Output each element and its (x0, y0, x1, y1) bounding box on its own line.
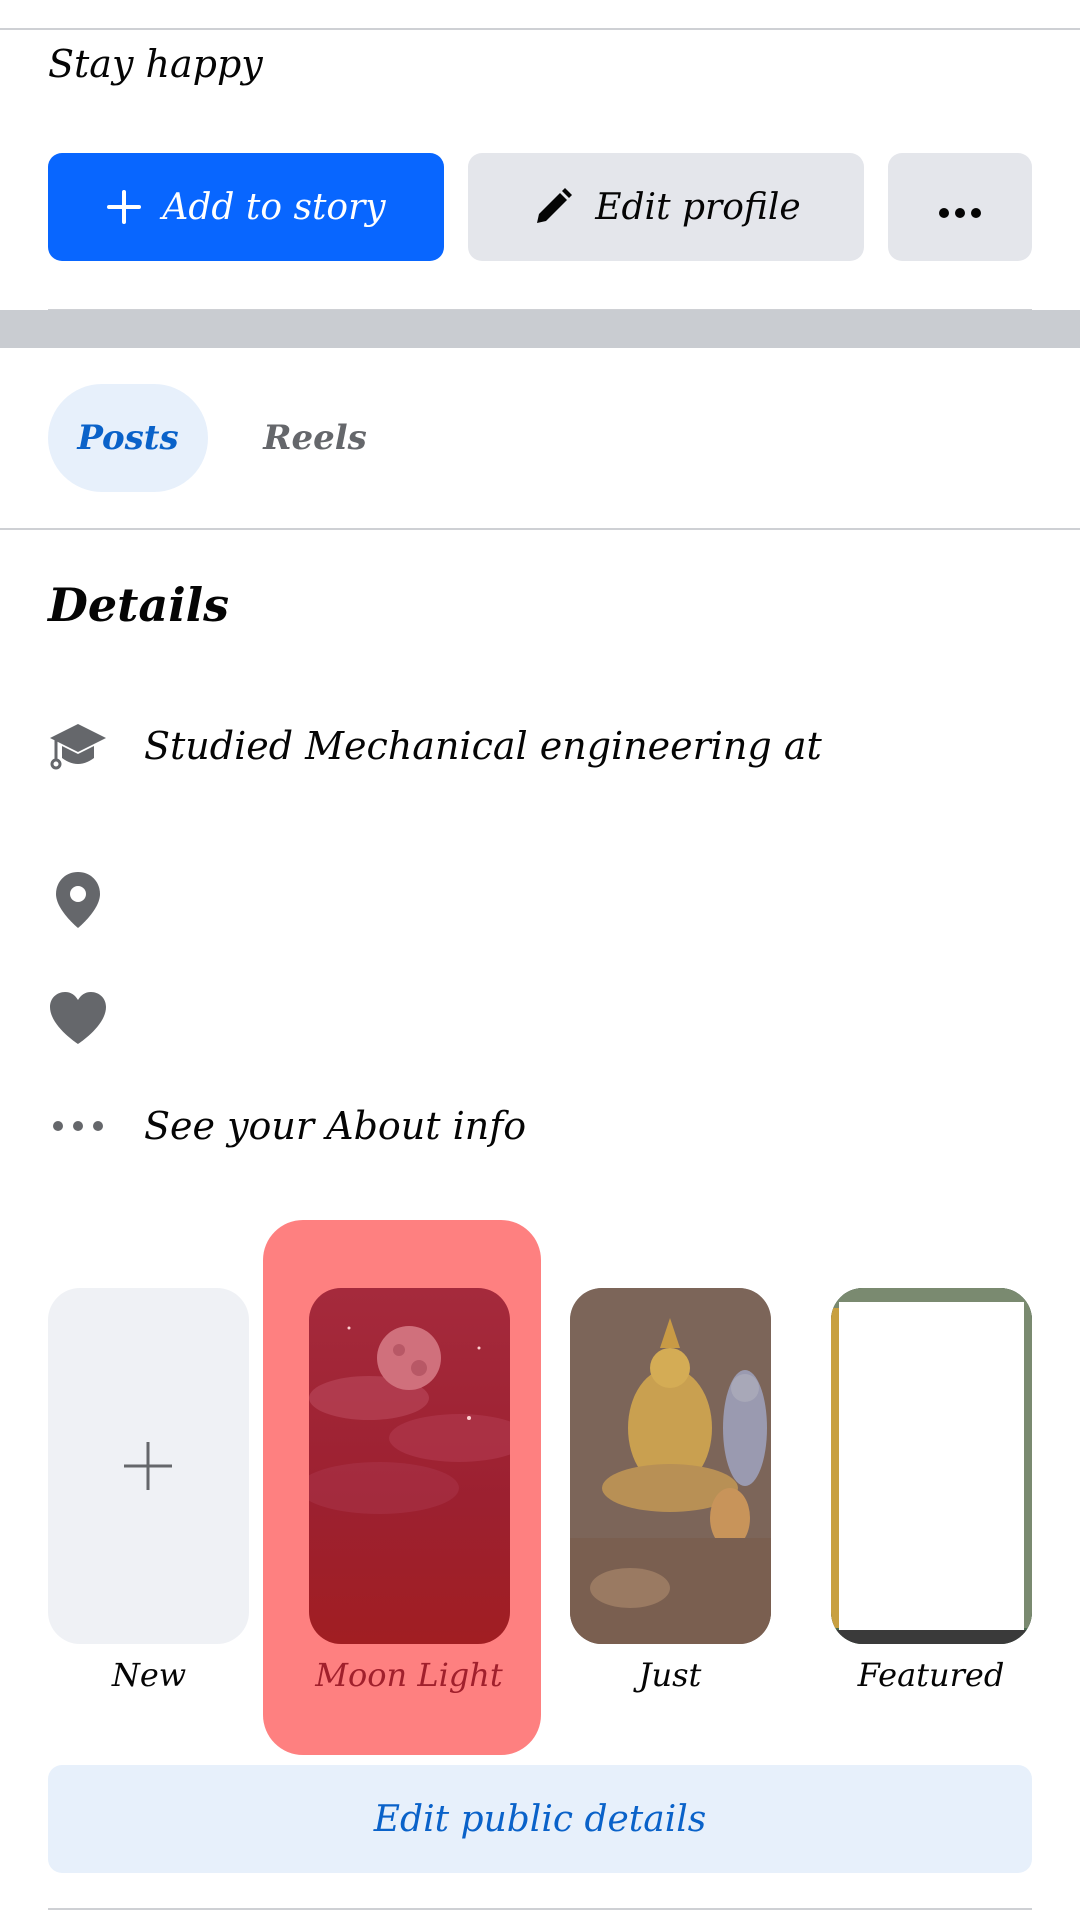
add-to-story-button[interactable]: Add to story (48, 153, 444, 261)
edit-profile-label: Edit profile (595, 186, 801, 228)
tab-reels[interactable]: Reels (255, 384, 375, 492)
highlight-label: Just (638, 1656, 702, 1694)
edit-public-details-label: Edit public details (373, 1798, 707, 1840)
tabs-divider (0, 528, 1080, 530)
detail-relationship (48, 978, 1028, 1058)
buddha-image (570, 1288, 771, 1644)
plus-icon (124, 1442, 172, 1490)
detail-education: Studied Mechanical engineering at (48, 706, 1028, 786)
tab-posts-label: Posts (77, 418, 179, 458)
profile-bio: Stay happy (48, 42, 263, 86)
detail-education-text: Studied Mechanical engineering at (144, 724, 822, 768)
new-highlight-button[interactable] (48, 1288, 249, 1644)
highlight-moon-light[interactable] (309, 1288, 510, 1644)
plus-icon (106, 189, 142, 225)
highlight-label: Featured (857, 1656, 1005, 1694)
highlight-featured[interactable] (831, 1288, 1032, 1644)
highlight-just[interactable] (570, 1288, 771, 1644)
detail-location (48, 860, 1028, 940)
details-heading: Details (48, 578, 230, 632)
top-divider (0, 28, 1080, 30)
highlight-label: Moon Light (315, 1656, 503, 1694)
location-pin-icon (48, 870, 108, 930)
highlight-label: New (111, 1656, 187, 1694)
heart-icon (48, 990, 108, 1046)
see-about-info-label: See your About info (144, 1104, 527, 1148)
section-divider (0, 310, 1080, 348)
tab-posts[interactable]: Posts (48, 384, 208, 492)
featured-image (831, 1288, 1032, 1644)
more-dots-icon (938, 187, 982, 228)
graduation-cap-icon (48, 716, 108, 776)
edit-profile-button[interactable]: Edit profile (468, 153, 864, 261)
bottom-divider (48, 1908, 1032, 1910)
moon-image (309, 1288, 510, 1644)
tab-reels-label: Reels (263, 418, 367, 458)
edit-public-details-button[interactable]: Edit public details (48, 1765, 1032, 1873)
more-options-button[interactable] (888, 153, 1032, 261)
more-dots-icon (48, 1120, 108, 1132)
see-about-info-row[interactable]: See your About info (48, 1086, 1028, 1166)
add-to-story-label: Add to story (162, 186, 386, 228)
pencil-icon (531, 185, 575, 229)
